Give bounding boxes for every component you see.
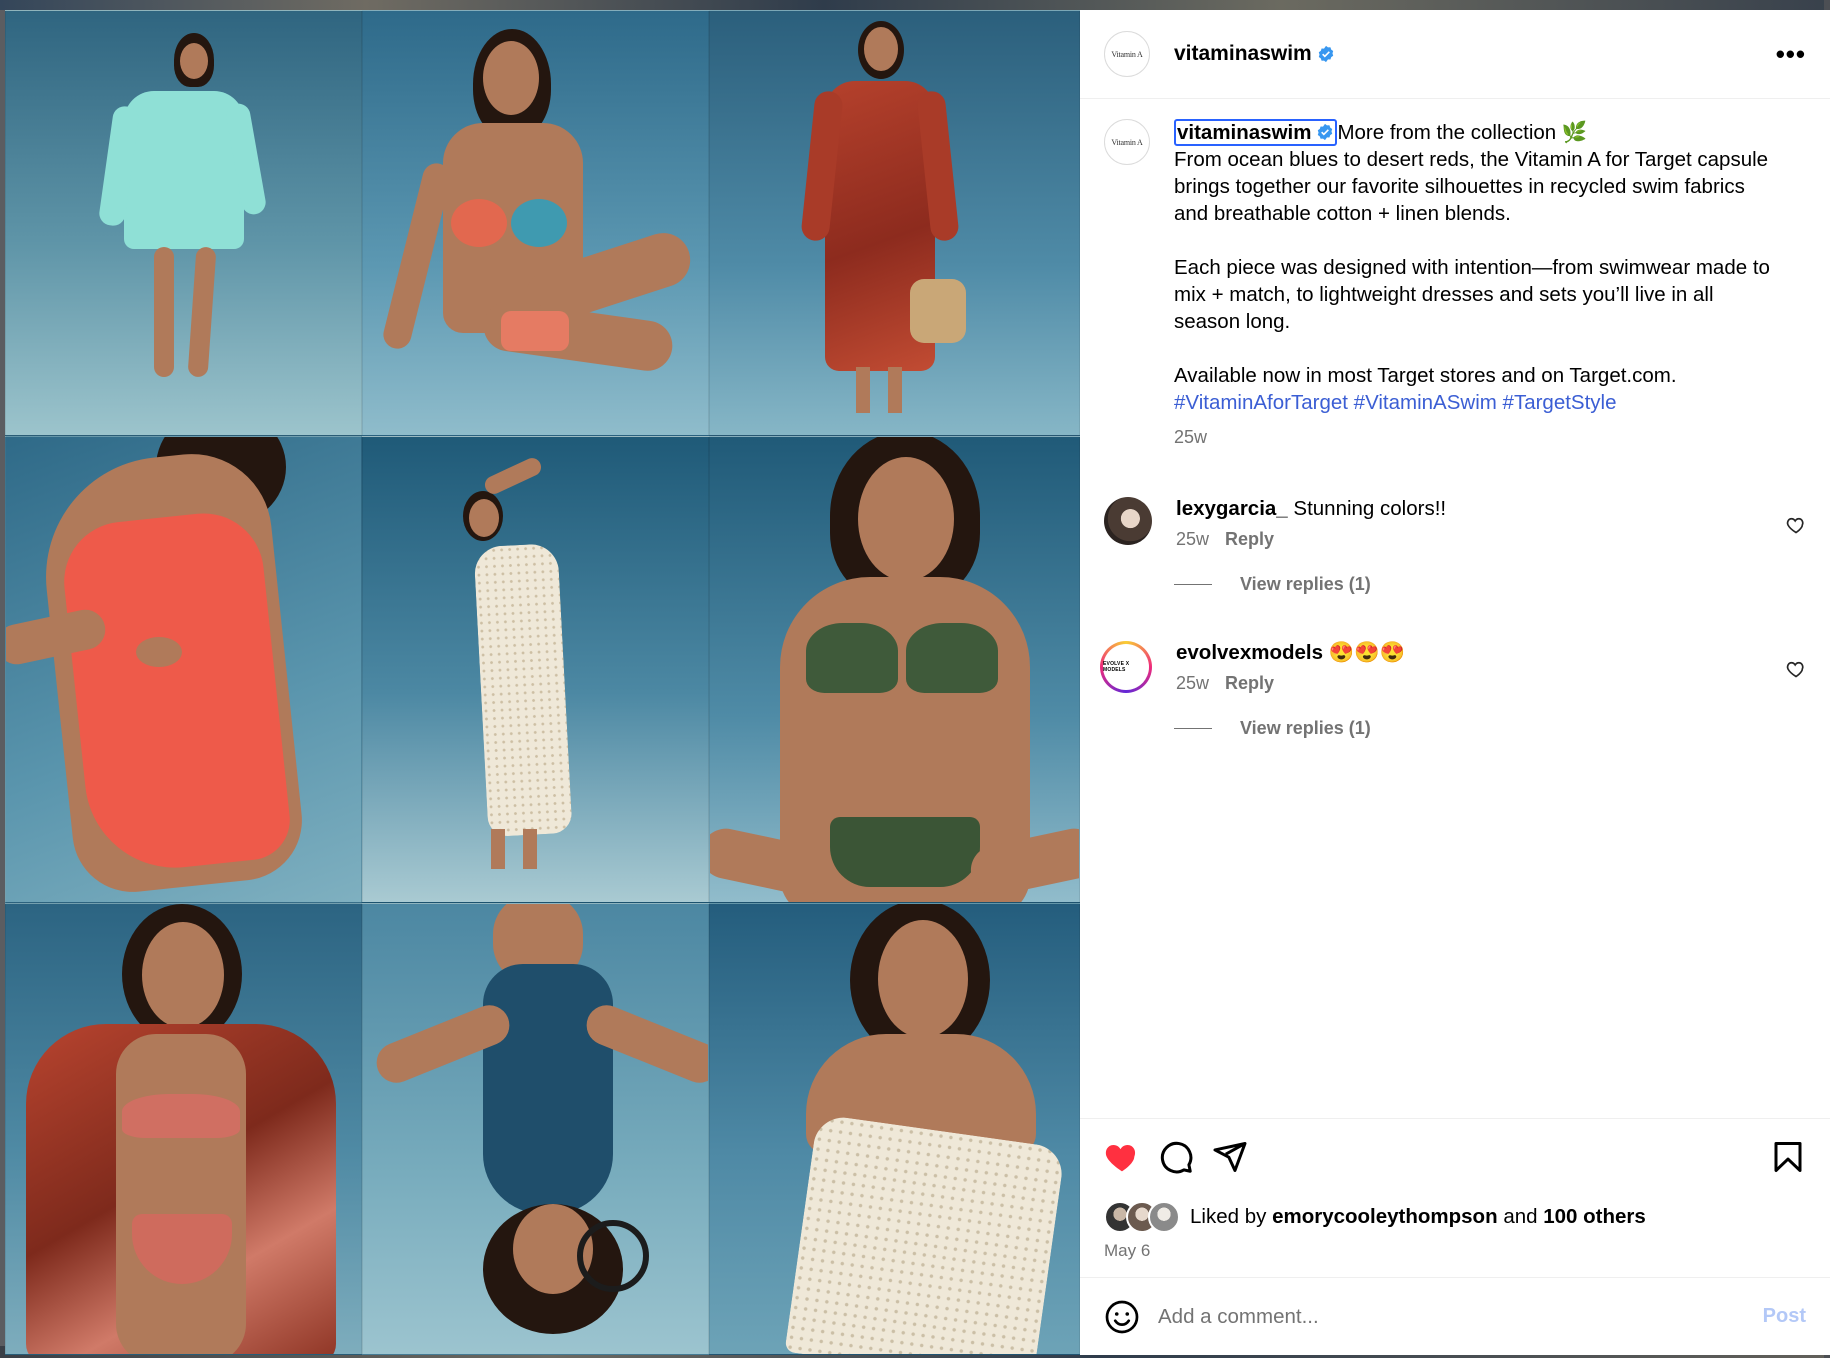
photo-navy-swimsuit-look <box>362 903 709 1355</box>
caption-first-line: More from the collection 🌿 <box>1337 121 1588 144</box>
commenter-avatar[interactable]: EVOLVE X MODELS <box>1100 641 1152 693</box>
author-username[interactable]: vitaminaswim <box>1174 42 1312 66</box>
photo-mint-shirt-look <box>5 10 362 436</box>
liker-avatar[interactable] <box>1148 1201 1180 1233</box>
photo-red-shirt-dress-look <box>709 10 1080 436</box>
comment-bubble-icon[interactable] <box>1158 1139 1194 1175</box>
caption-text: vitaminaswim More from the collection 🌿 F… <box>1174 119 1784 416</box>
comment-text: 😍😍😍 <box>1328 641 1406 664</box>
likes-summary: Liked by emorycooleythompson and 100 oth… <box>1104 1201 1806 1233</box>
avatar-logo-text: Vitamin A <box>1111 49 1143 59</box>
replies-divider-line <box>1174 584 1212 585</box>
hashtag-link[interactable]: #VitaminAforTarget <box>1174 391 1348 414</box>
likes-text: Liked by emorycooleythompson and 100 oth… <box>1190 1205 1646 1229</box>
comment-body: lexygarcia_ Stunning colors!! 25w Reply <box>1176 497 1446 550</box>
comment-item: lexygarcia_ Stunning colors!! 25w Reply <box>1104 497 1806 550</box>
comment-timestamp[interactable]: 25w <box>1176 529 1209 549</box>
likes-and: and <box>1503 1205 1538 1228</box>
others-likes-link[interactable]: 100 others <box>1543 1205 1646 1228</box>
reply-button[interactable]: Reply <box>1225 673 1274 693</box>
commenter-username[interactable]: evolvexmodels <box>1176 641 1323 664</box>
comment-body: evolvexmodels 😍😍😍 25w Reply <box>1176 641 1405 694</box>
save-bookmark-icon[interactable] <box>1770 1139 1806 1175</box>
photo-floral-bikini-look <box>362 10 709 436</box>
photo-green-bikini-look <box>709 436 1080 903</box>
view-replies-button[interactable]: View replies (1) <box>1174 574 1806 595</box>
like-heart-icon[interactable] <box>1104 1139 1140 1175</box>
author-avatar[interactable]: Vitamin A <box>1104 31 1150 77</box>
add-comment-bar: Post <box>1080 1277 1830 1355</box>
reply-button[interactable]: Reply <box>1225 529 1274 549</box>
background-strip-top <box>0 0 1830 10</box>
replies-divider-line <box>1174 728 1212 729</box>
like-comment-heart-icon[interactable] <box>1786 659 1806 679</box>
caption-description: From ocean blues to desert reds, the Vit… <box>1174 148 1770 387</box>
evolve-logo: EVOLVE X MODELS <box>1103 644 1149 690</box>
verified-badge-icon <box>1318 123 1333 141</box>
photo-coral-swimsuit-look <box>5 436 362 903</box>
photo-red-bikini-cover-look <box>5 903 362 1355</box>
caption-timestamp[interactable]: 25w <box>1174 427 1207 447</box>
commenter-username[interactable]: lexygarcia_ <box>1176 497 1288 520</box>
photo-white-eyelet-dress-look <box>362 436 709 903</box>
view-replies-label: View replies (1) <box>1240 718 1371 738</box>
more-options-icon[interactable]: ••• <box>1776 41 1806 67</box>
post-sidebar: Vitamin A vitaminaswim ••• Vitamin A vit… <box>1080 10 1830 1355</box>
comment-meta: 25w Reply <box>1176 529 1446 550</box>
comments-section: Vitamin A vitaminaswim More from the coll… <box>1080 99 1830 1118</box>
caption-author-avatar[interactable]: Vitamin A <box>1104 119 1150 165</box>
post-media[interactable] <box>5 10 1080 1355</box>
view-replies-button[interactable]: View replies (1) <box>1174 718 1806 739</box>
avatar-logo-text: Vitamin A <box>1111 137 1143 147</box>
post-date[interactable]: May 6 <box>1104 1241 1806 1261</box>
verified-badge-icon <box>1318 45 1333 63</box>
photo-collage <box>5 10 1080 1355</box>
comment-timestamp[interactable]: 25w <box>1176 673 1209 693</box>
caption: Vitamin A vitaminaswim More from the coll… <box>1104 119 1806 451</box>
share-send-icon[interactable] <box>1212 1139 1248 1175</box>
caption-username-link[interactable]: vitaminaswim <box>1174 119 1338 146</box>
photo-eyelet-mini-dress-look <box>709 903 1080 1355</box>
post-header: Vitamin A vitaminaswim ••• <box>1080 10 1830 99</box>
comment-meta: 25w Reply <box>1176 673 1405 694</box>
caption-hashtags: #VitaminAforTarget #VitaminASwim #Target… <box>1174 389 1784 416</box>
likes-prefix: Liked by <box>1190 1205 1267 1228</box>
top-liker-link[interactable]: emorycooleythompson <box>1272 1205 1498 1228</box>
hashtag-link[interactable]: #VitaminASwim <box>1354 391 1497 414</box>
view-replies-label: View replies (1) <box>1240 574 1371 594</box>
caption-body: vitaminaswim More from the collection 🌿 F… <box>1174 119 1784 451</box>
hashtag-link[interactable]: #TargetStyle <box>1503 391 1617 414</box>
post-modal: Vitamin A vitaminaswim ••• Vitamin A vit… <box>5 10 1830 1355</box>
commenter-avatar[interactable] <box>1104 497 1152 545</box>
caption-meta: 25w <box>1174 424 1784 451</box>
action-icons <box>1104 1137 1806 1177</box>
emoji-smiley-icon[interactable] <box>1104 1299 1140 1335</box>
post-comment-button[interactable]: Post <box>1763 1305 1806 1328</box>
comment-input[interactable] <box>1156 1303 1763 1330</box>
comment-item: EVOLVE X MODELS evolvexmodels 😍😍😍 25w Rep… <box>1100 641 1806 694</box>
caption-username: vitaminaswim <box>1177 121 1312 144</box>
like-comment-heart-icon[interactable] <box>1786 515 1806 535</box>
comment-text: Stunning colors!! <box>1293 497 1447 520</box>
post-actions: Liked by emorycooleythompson and 100 oth… <box>1080 1118 1830 1277</box>
